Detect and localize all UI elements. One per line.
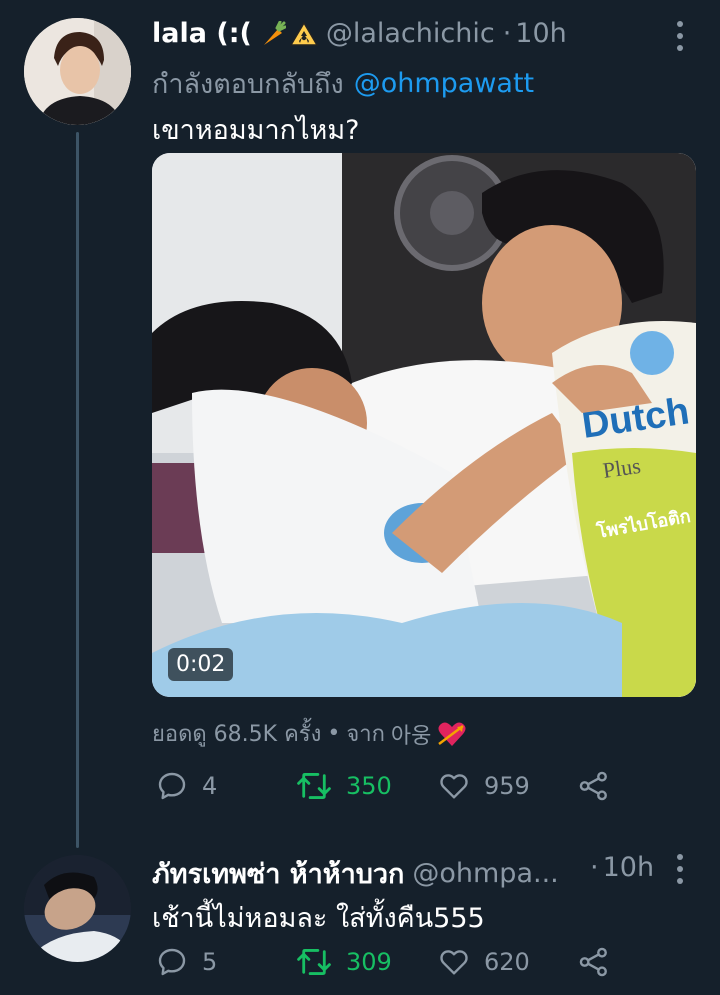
carrot-icon (263, 20, 286, 45)
tweet-header: ภัทรเทพซ่า ห้าห้าบวก @ohmpa... (152, 852, 559, 895)
replying-prefix: กำลังตอบกลับถึง (152, 69, 344, 100)
thread-connector (76, 132, 79, 848)
like-icon (440, 950, 468, 975)
source-name[interactable]: 아웅 (391, 718, 431, 750)
like-count: 620 (484, 948, 530, 976)
video-thumbnail: Dutch Plus โพรไบโอติก (152, 153, 696, 697)
replying-to-handle[interactable]: @ohmpawatt (354, 68, 534, 99)
retweet-icon (297, 773, 331, 799)
handle[interactable]: @lalachichic (326, 18, 495, 49)
tweet-header: lala (:( @lalachichic · 10h (152, 18, 567, 49)
separator: · (590, 852, 599, 883)
share-icon (579, 947, 607, 977)
handle[interactable]: @ohmpa... (412, 858, 558, 889)
share-icon (579, 771, 607, 801)
retweet-icon (297, 949, 331, 975)
retweet-count: 350 (346, 772, 392, 800)
display-name[interactable]: lala (:( (152, 18, 252, 49)
like-button[interactable]: 620 (438, 946, 530, 978)
view-count: ยอดดู 68.5K ครั้ง • จาก 아웅 (152, 716, 467, 751)
timestamp[interactable]: 10h (515, 18, 566, 49)
share-button[interactable] (578, 946, 610, 978)
separator: · (502, 18, 512, 49)
reply-button[interactable]: 5 (156, 946, 217, 978)
video-media[interactable]: Dutch Plus โพรไบโอติก 0:02 (152, 153, 696, 697)
replying-to: กำลังตอบกลับถึง @ohmpawatt (152, 62, 534, 105)
views-dot: • (327, 721, 341, 746)
carrot-warning-emoji (260, 20, 318, 47)
like-button[interactable]: 959 (438, 770, 530, 802)
reply-icon (158, 772, 186, 800)
share-button[interactable] (578, 770, 610, 802)
tweet-text: เขาหอมมากไหม? (152, 115, 360, 146)
timestamp[interactable]: 10h (603, 852, 654, 883)
more-icon[interactable] (676, 21, 684, 51)
reply-icon (158, 948, 186, 976)
more-icon[interactable] (676, 854, 684, 884)
retweet-button[interactable]: 350 (296, 770, 392, 802)
like-count: 959 (484, 772, 530, 800)
tweet-1[interactable]: lala (:( @lalachichic · 10h กำลังตอบกลับ… (0, 0, 720, 850)
action-bar: 5 309 620 (152, 946, 622, 986)
heart-arrow-icon (438, 722, 466, 746)
radioactive-warning-icon (289, 21, 318, 46)
retweet-button[interactable]: 309 (296, 946, 392, 978)
views-label: ยอดดู 68.5K ครั้ง (152, 722, 322, 747)
reply-button[interactable]: 4 (156, 770, 217, 802)
retweet-count: 309 (346, 948, 392, 976)
tweet-time: · 10h (590, 852, 654, 883)
tweet-2[interactable]: ภัทรเทพซ่า ห้าห้าบวก @ohmpa... · 10h เช้… (0, 850, 720, 995)
tweet-text: เช้านี้ไม่หอมละ ใส่ทั้งคืน555 (152, 903, 485, 934)
avatar-lala[interactable] (24, 18, 131, 125)
action-bar: 4 350 959 (152, 770, 622, 810)
pillow-sub: Plus (601, 453, 642, 483)
reply-count: 4 (202, 772, 218, 800)
reply-count: 5 (202, 948, 218, 976)
avatar-ohmpa[interactable] (24, 855, 131, 962)
like-icon (440, 774, 468, 799)
display-name[interactable]: ภัทรเทพซ่า ห้าห้าบวก (152, 852, 404, 895)
video-duration: 0:02 (168, 648, 234, 681)
source-prefix: จาก (346, 722, 385, 747)
